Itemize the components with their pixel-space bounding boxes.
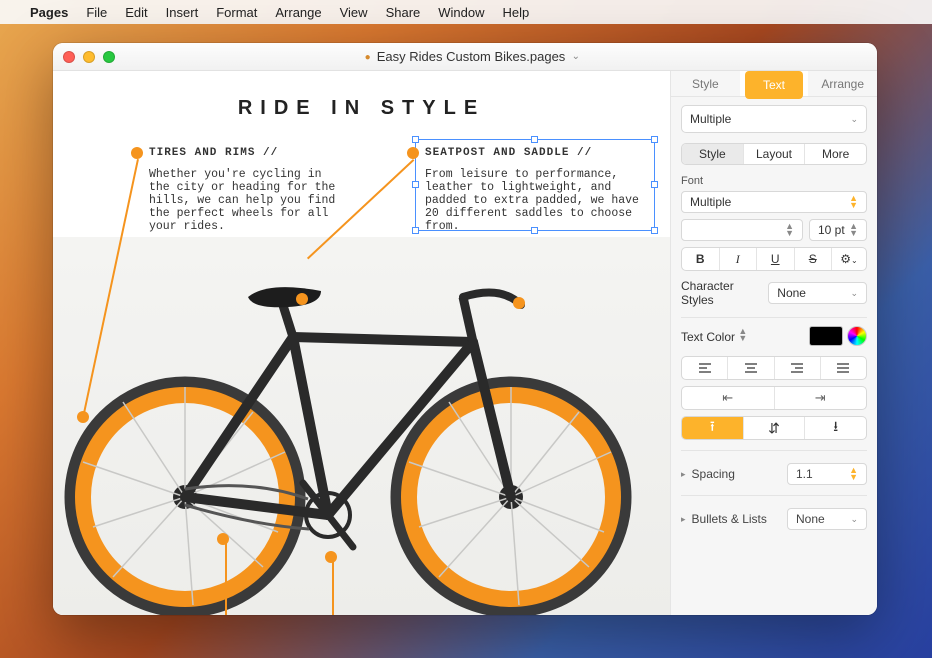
document-canvas[interactable]: RIDE IN STYLE TIRES AND RIMS // Whether … (53, 71, 670, 615)
character-styles-select[interactable]: None⌄ (768, 282, 867, 304)
page-title[interactable]: RIDE IN STYLE (53, 97, 670, 120)
title-dropdown-icon[interactable]: ⌄ (572, 51, 580, 62)
underline-button[interactable]: U (757, 248, 795, 270)
selection-handle[interactable] (651, 136, 658, 143)
strikethrough-button[interactable]: S (795, 248, 833, 270)
selection-handle[interactable] (531, 136, 538, 143)
text-subtabs: Style Layout More (681, 143, 867, 165)
stepper-icon[interactable]: ▲▼ (738, 328, 747, 342)
menu-arrange[interactable]: Arrange (275, 5, 321, 20)
bold-button[interactable]: B (682, 248, 720, 270)
callout-line (332, 561, 334, 615)
zoom-button[interactable] (103, 51, 115, 63)
text-block-tires[interactable]: TIRES AND RIMS // Whether you're cycling… (149, 147, 344, 233)
close-button[interactable] (63, 51, 75, 63)
callout-dot (407, 147, 419, 159)
window-title: Easy Rides Custom Bikes.pages (53, 49, 877, 64)
menu-insert[interactable]: Insert (166, 5, 199, 20)
character-styles-label: Character Styles (681, 279, 768, 307)
bullets-select[interactable]: None⌄ (787, 508, 867, 530)
stepper-icon: ▲▼ (785, 223, 794, 237)
tab-style[interactable]: Style (671, 71, 740, 96)
selection-box[interactable] (415, 139, 655, 231)
align-center-button[interactable] (728, 357, 774, 379)
menu-view[interactable]: View (340, 5, 368, 20)
menu-format[interactable]: Format (216, 5, 257, 20)
subtab-layout[interactable]: Layout (744, 144, 806, 164)
align-right-button[interactable] (775, 357, 821, 379)
menu-edit[interactable]: Edit (125, 5, 147, 20)
chevron-down-icon: ⌄ (850, 290, 858, 297)
format-inspector: Style Text Arrange Multiple ⌄ Style Layo… (670, 71, 877, 615)
selection-handle[interactable] (412, 227, 419, 234)
subtab-style[interactable]: Style (682, 144, 744, 164)
spacing-label: Spacing (692, 467, 735, 481)
advanced-options-button[interactable]: ⚙⌄ (832, 248, 866, 270)
tab-text[interactable]: Text (740, 71, 809, 96)
font-family-select[interactable]: Multiple ▲▼ (681, 191, 867, 213)
italic-button[interactable]: I (720, 248, 758, 270)
minimize-button[interactable] (83, 51, 95, 63)
bullets-label: Bullets & Lists (692, 512, 767, 526)
stepper-icon: ▲▼ (849, 195, 858, 209)
text-color-well[interactable] (809, 326, 843, 346)
font-style-buttons: B I U S ⚙⌄ (681, 247, 867, 271)
horizontal-alignment (681, 356, 867, 380)
menubar: Pages File Edit Insert Format Arrange Vi… (0, 0, 932, 24)
gear-icon: ⚙ (840, 252, 851, 266)
menu-file[interactable]: File (86, 5, 107, 20)
selection-handle[interactable] (531, 227, 538, 234)
color-picker-button[interactable] (847, 326, 867, 346)
spacing-select[interactable]: 1.1▲▼ (787, 463, 867, 485)
font-size-field[interactable]: 10 pt▲▼ (809, 219, 867, 241)
subtab-more[interactable]: More (805, 144, 866, 164)
chevron-down-icon: ⌄ (850, 516, 858, 523)
selection-handle[interactable] (412, 136, 419, 143)
callout-dot (131, 147, 143, 159)
selection-handle[interactable] (651, 227, 658, 234)
selection-handle[interactable] (651, 181, 658, 188)
chevron-down-icon: ⌄ (851, 256, 858, 265)
disclosure-triangle-icon[interactable]: ▸ (681, 514, 686, 525)
font-label: Font (671, 165, 877, 191)
menu-help[interactable]: Help (503, 5, 530, 20)
align-left-button[interactable] (682, 357, 728, 379)
valign-top-button[interactable]: ⭱ (682, 417, 744, 439)
paragraph-style-select[interactable]: Multiple ⌄ (681, 105, 867, 133)
text-block-tires-body: Whether you're cycling in the city or he… (149, 168, 344, 233)
valign-bottom-button[interactable]: ⭳ (805, 417, 866, 439)
tab-arrange[interactable]: Arrange (808, 71, 877, 96)
inspector-tabs: Style Text Arrange (671, 71, 877, 97)
decrease-indent-button[interactable]: ⇤ (682, 387, 775, 409)
text-color-label: Text Color ▲▼ (681, 328, 747, 344)
selection-handle[interactable] (412, 181, 419, 188)
indent-controls: ⇤ ⇥ (681, 386, 867, 410)
align-justify-button[interactable] (821, 357, 866, 379)
titlebar[interactable]: Easy Rides Custom Bikes.pages ⌄ (53, 43, 877, 71)
stepper-icon: ▲▼ (849, 223, 858, 237)
bicycle-image[interactable] (53, 237, 670, 615)
callout-line (225, 540, 227, 615)
app-menu[interactable]: Pages (30, 5, 68, 20)
menu-window[interactable]: Window (438, 5, 484, 20)
increase-indent-button[interactable]: ⇥ (775, 387, 867, 409)
document-window: Easy Rides Custom Bikes.pages ⌄ RIDE IN … (53, 43, 877, 615)
menu-share[interactable]: Share (386, 5, 421, 20)
bicycle-illustration (53, 237, 670, 615)
vertical-alignment: ⭱ ⇵ ⭳ (681, 416, 867, 440)
valign-middle-button[interactable]: ⇵ (744, 417, 806, 439)
stepper-icon: ▲▼ (849, 467, 858, 481)
font-variant-select[interactable]: ▲▼ (681, 219, 803, 241)
disclosure-triangle-icon[interactable]: ▸ (681, 469, 686, 480)
text-block-tires-heading: TIRES AND RIMS // (149, 147, 344, 160)
chevron-down-icon: ⌄ (850, 116, 858, 123)
